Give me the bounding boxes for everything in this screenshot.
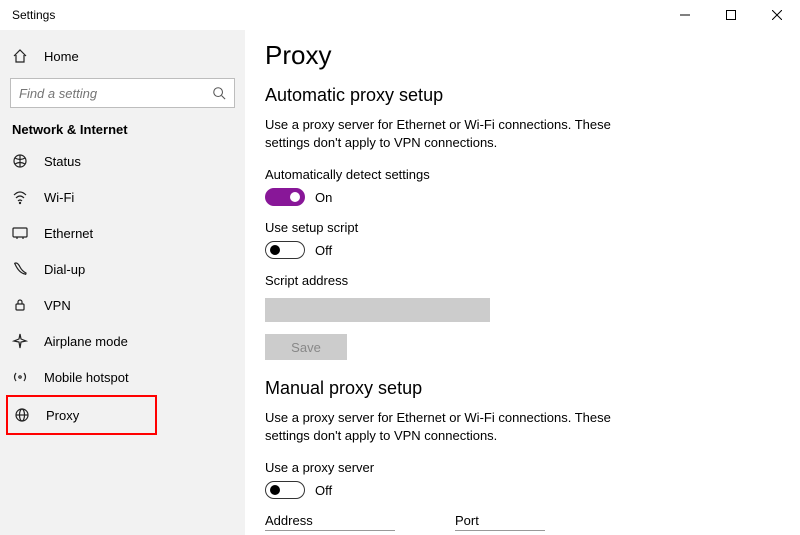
sidebar-item-label: Dial-up (44, 262, 85, 277)
setup-script-state: Off (315, 243, 332, 258)
window-controls (662, 0, 800, 30)
title-bar: Settings (0, 0, 800, 30)
minimize-icon (680, 10, 690, 20)
sidebar-item-status[interactable]: Status (0, 143, 245, 179)
auto-detect-label: Automatically detect settings (265, 167, 800, 182)
home-icon (12, 48, 28, 64)
script-address-label: Script address (265, 273, 800, 288)
auto-detect-state: On (315, 190, 332, 205)
vpn-icon (12, 297, 28, 313)
sidebar-item-hotspot[interactable]: Mobile hotspot (0, 359, 245, 395)
script-address-input[interactable] (265, 298, 490, 322)
close-button[interactable] (754, 0, 800, 30)
sidebar-item-proxy[interactable]: Proxy (8, 397, 155, 433)
sidebar-item-label: VPN (44, 298, 71, 313)
save-button[interactable]: Save (265, 334, 347, 360)
section-heading-auto: Automatic proxy setup (265, 85, 800, 106)
sidebar-item-dialup[interactable]: Dial-up (0, 251, 245, 287)
close-icon (772, 10, 782, 20)
section-heading-manual: Manual proxy setup (265, 378, 800, 399)
address-label: Address (265, 513, 395, 528)
sidebar-home[interactable]: Home (0, 38, 245, 74)
window-title: Settings (12, 8, 662, 22)
search-icon (212, 86, 226, 100)
maximize-icon (726, 10, 736, 20)
airplane-icon (12, 333, 28, 349)
page-title: Proxy (265, 40, 800, 71)
sidebar-home-label: Home (44, 49, 79, 64)
port-input[interactable] (455, 530, 545, 531)
section-desc-auto: Use a proxy server for Ethernet or Wi-Fi… (265, 116, 635, 151)
use-proxy-toggle[interactable] (265, 481, 305, 499)
wifi-icon (12, 189, 28, 205)
sidebar-item-proxy-highlight: Proxy (6, 395, 157, 435)
maximize-button[interactable] (708, 0, 754, 30)
sidebar-item-label: Ethernet (44, 226, 93, 241)
port-label: Port (455, 513, 545, 528)
sidebar-section-header: Network & Internet (0, 114, 245, 143)
auto-detect-toggle[interactable] (265, 188, 305, 206)
use-proxy-label: Use a proxy server (265, 460, 800, 475)
save-button-label: Save (291, 340, 321, 355)
sidebar-item-label: Airplane mode (44, 334, 128, 349)
minimize-button[interactable] (662, 0, 708, 30)
proxy-icon (14, 407, 30, 423)
sidebar-item-airplane[interactable]: Airplane mode (0, 323, 245, 359)
sidebar: Home Network & Internet Status Wi-Fi (0, 30, 245, 535)
search-input[interactable] (19, 86, 212, 101)
hotspot-icon (12, 369, 28, 385)
sidebar-item-label: Wi-Fi (44, 190, 74, 205)
section-desc-manual: Use a proxy server for Ethernet or Wi-Fi… (265, 409, 635, 444)
sidebar-item-label: Mobile hotspot (44, 370, 129, 385)
sidebar-item-label: Proxy (46, 408, 79, 423)
content-pane: Proxy Automatic proxy setup Use a proxy … (245, 30, 800, 535)
setup-script-label: Use setup script (265, 220, 800, 235)
ethernet-icon (12, 225, 28, 241)
sidebar-item-wifi[interactable]: Wi-Fi (0, 179, 245, 215)
status-icon (12, 153, 28, 169)
use-proxy-state: Off (315, 483, 332, 498)
sidebar-item-vpn[interactable]: VPN (0, 287, 245, 323)
dialup-icon (12, 261, 28, 277)
address-input[interactable] (265, 530, 395, 531)
sidebar-item-ethernet[interactable]: Ethernet (0, 215, 245, 251)
search-box[interactable] (10, 78, 235, 108)
setup-script-toggle[interactable] (265, 241, 305, 259)
sidebar-item-label: Status (44, 154, 81, 169)
